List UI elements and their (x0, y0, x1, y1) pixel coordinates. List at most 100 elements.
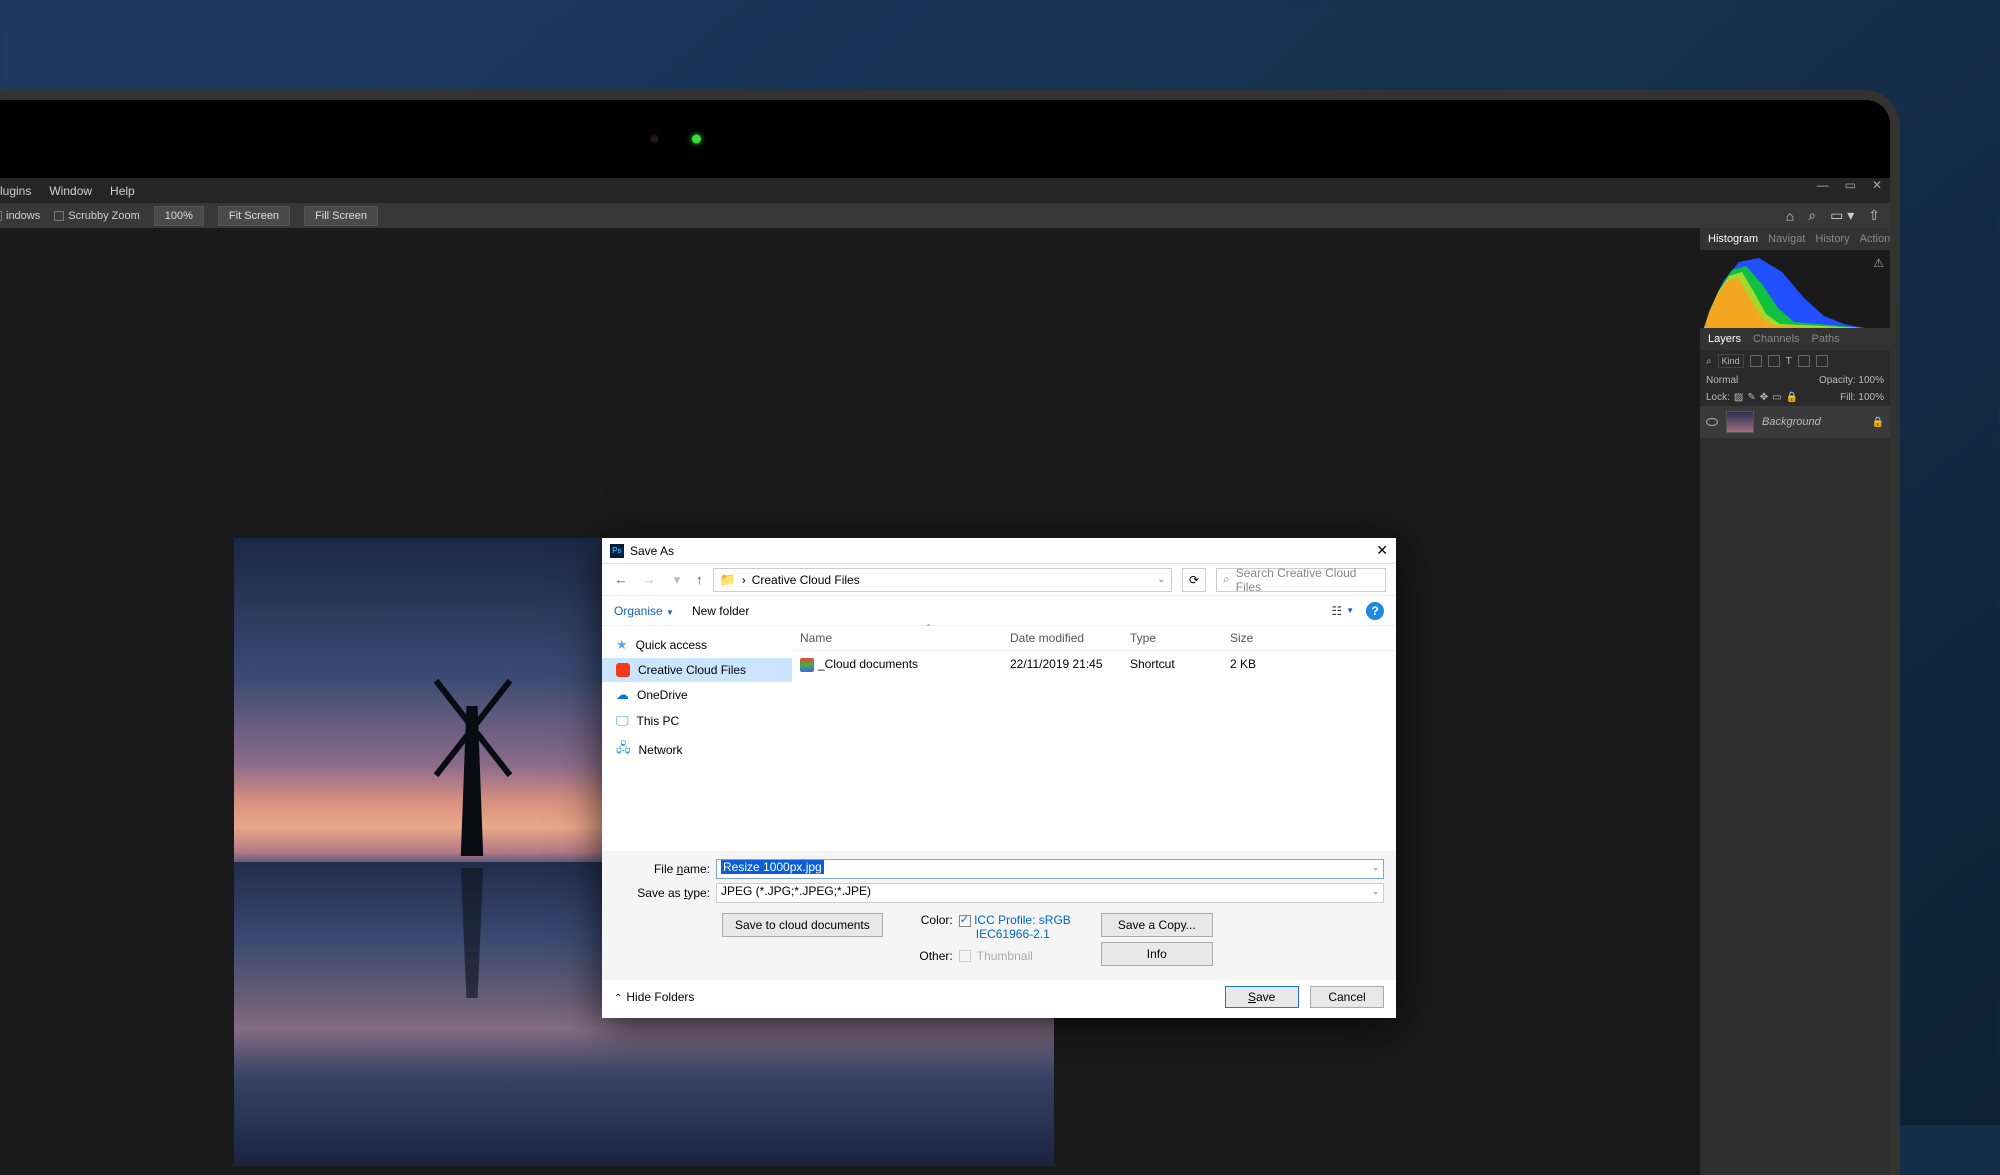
tab-channels[interactable]: Channels (1753, 333, 1799, 345)
help-icon[interactable]: ? (1366, 602, 1384, 620)
save-as-dialog: Ps Save As ✕ ← → ▾ ↑ 📁 › Creative Cloud … (602, 538, 1396, 1018)
breadcrumb-dropdown-icon[interactable]: ⌄ (1157, 574, 1165, 585)
histogram-display: ⚠ (1700, 250, 1890, 328)
scrubby-zoom-checkbox[interactable]: Scrubby Zoom (54, 210, 140, 222)
lock-all-icon[interactable]: 🔒 (1786, 392, 1798, 403)
saveastype-dropdown[interactable]: JPEG (*.JPG;*.JPEG;*.JPE)⌄ (716, 883, 1384, 903)
dialog-close-icon[interactable]: ✕ (1376, 542, 1388, 559)
right-panel-dock: Histogram Navigat History Actions ⚠ Laye (1700, 228, 1890, 1175)
filename-label: File name: (614, 862, 716, 876)
refresh-icon[interactable]: ⟳ (1182, 568, 1206, 592)
menu-window[interactable]: Window (49, 184, 92, 198)
list-item[interactable]: _Cloud documents 22/11/2019 21:45 Shortc… (792, 651, 1396, 678)
tab-history[interactable]: History (1815, 233, 1849, 245)
zoom-100-button[interactable]: 100% (154, 206, 204, 226)
col-date[interactable]: Date modified (1002, 626, 1122, 650)
row-name: _Cloud documents (818, 657, 918, 671)
filter-adjust-icon[interactable] (1768, 355, 1780, 367)
breadcrumb-sep: › (742, 573, 746, 587)
sidebar-onedrive[interactable]: ☁OneDrive (602, 682, 792, 708)
menu-plugins[interactable]: Plugins (0, 184, 31, 198)
fill-screen-button[interactable]: Fill Screen (304, 206, 378, 226)
nav-recent-icon[interactable]: ▾ (668, 572, 686, 588)
row-date: 22/11/2019 21:45 (1002, 654, 1122, 675)
sidebar-network[interactable]: 🖧Network (602, 734, 792, 766)
view-mode-dropdown[interactable]: ☷ ▼ (1331, 604, 1354, 618)
sort-icon: ⌃ (925, 623, 932, 632)
filter-pixel-icon[interactable] (1750, 355, 1762, 367)
histogram-warning-icon[interactable]: ⚠ (1873, 256, 1884, 270)
tab-navigator[interactable]: Navigat (1768, 233, 1805, 245)
filename-input[interactable]: Resize 1000px.jpg⌄ (716, 859, 1384, 879)
tab-layers[interactable]: Layers (1708, 333, 1741, 345)
blend-mode-dropdown[interactable]: Normal (1706, 375, 1738, 386)
lock-artboard-icon[interactable]: ▭ (1772, 392, 1781, 403)
maximize-icon[interactable]: ▭ (1845, 178, 1856, 192)
dialog-toolbar: Organise ▼ New folder ☷ ▼ ? (602, 596, 1396, 626)
dialog-titlebar: Ps Save As ✕ (602, 538, 1396, 564)
row-size: 2 KB (1222, 654, 1282, 675)
search-placeholder: Search Creative Cloud Files (1236, 566, 1379, 594)
fill-value[interactable]: 100% (1858, 392, 1884, 403)
share-icon[interactable]: ⇧ (1868, 207, 1880, 224)
info-button[interactable]: Info (1101, 942, 1213, 966)
save-button[interactable]: Save (1225, 986, 1299, 1008)
network-icon: 🖧 (616, 739, 631, 761)
icc-checkbox[interactable] (959, 915, 971, 927)
close-icon[interactable]: ✕ (1872, 178, 1882, 192)
list-header: Name⌃ Date modified Type Size (792, 626, 1396, 651)
tab-paths[interactable]: Paths (1812, 333, 1840, 345)
chevron-down-icon[interactable]: ⌄ (1372, 887, 1379, 896)
thumbnail-checkbox (959, 950, 971, 962)
tab-actions[interactable]: Actions (1860, 233, 1890, 245)
filter-smart-icon[interactable] (1816, 355, 1828, 367)
hide-folders-toggle[interactable]: ⌃Hide Folders (614, 990, 694, 1004)
photoshop-icon: Ps (610, 544, 624, 558)
home-icon[interactable]: ⌂ (1786, 208, 1794, 224)
new-folder-button[interactable]: New folder (692, 604, 749, 618)
col-size[interactable]: Size (1222, 626, 1282, 650)
folder-icon: 📁 (720, 572, 736, 588)
search-input[interactable]: ⌕ Search Creative Cloud Files (1216, 568, 1386, 592)
col-type[interactable]: Type (1122, 626, 1222, 650)
resize-windows-checkbox[interactable]: indows (0, 210, 40, 222)
col-name[interactable]: Name⌃ (792, 626, 1002, 650)
color-label: Color: (913, 913, 953, 941)
breadcrumb-current[interactable]: Creative Cloud Files (752, 573, 860, 587)
organise-button[interactable]: Organise ▼ (614, 604, 674, 618)
other-label: Other: (913, 949, 953, 963)
nav-back-icon[interactable]: ← (612, 572, 630, 587)
file-list: Name⌃ Date modified Type Size _Cloud doc… (792, 626, 1396, 851)
filter-shape-icon[interactable] (1798, 355, 1810, 367)
visibility-icon[interactable] (1706, 418, 1718, 426)
filter-type-icon[interactable]: T (1786, 356, 1792, 367)
save-copy-button[interactable]: Save a Copy... (1101, 913, 1213, 937)
save-to-cloud-button[interactable]: Save to cloud documents (722, 913, 883, 937)
opacity-value[interactable]: 100% (1858, 375, 1884, 386)
icc-profile-value: IEC61966-2.1 (976, 927, 1071, 941)
lock-image-icon[interactable]: ✎ (1747, 392, 1755, 403)
sidebar-quick-access[interactable]: ★Quick access (602, 632, 792, 658)
cancel-button[interactable]: Cancel (1310, 986, 1384, 1008)
tab-histogram[interactable]: Histogram (1708, 233, 1758, 245)
sidebar-creative-cloud[interactable]: Creative Cloud Files (602, 658, 792, 682)
lock-transparency-icon[interactable]: ▨ (1734, 392, 1743, 403)
minimize-icon[interactable]: — (1817, 178, 1829, 192)
sidebar-this-pc[interactable]: 🖵This PC (602, 708, 792, 734)
breadcrumb[interactable]: 📁 › Creative Cloud Files ⌄ (713, 568, 1173, 592)
icc-profile-link[interactable]: ICC Profile: sRGB (974, 913, 1071, 927)
menu-help[interactable]: Help (110, 184, 135, 198)
filter-kind-dropdown[interactable]: Kind (1718, 354, 1744, 368)
arrange-icon[interactable]: ▭ ▾ (1830, 207, 1854, 224)
chevron-down-icon[interactable]: ⌄ (1372, 863, 1379, 872)
info-panel-tabs: Histogram Navigat History Actions (1700, 228, 1890, 250)
search-icon[interactable]: ⌕ (1808, 207, 1816, 224)
lock-position-icon[interactable]: ✥ (1760, 392, 1768, 403)
layer-lock-icon[interactable]: 🔒 (1872, 417, 1884, 428)
bezel (0, 100, 1890, 178)
nav-up-icon[interactable]: ↑ (696, 572, 703, 587)
layer-background[interactable]: Background 🔒 (1700, 406, 1890, 438)
fit-screen-button[interactable]: Fit Screen (218, 206, 290, 226)
row-type: Shortcut (1122, 654, 1222, 675)
options-bar: indows Scrubby Zoom 100% Fit Screen Fill… (0, 203, 1890, 228)
